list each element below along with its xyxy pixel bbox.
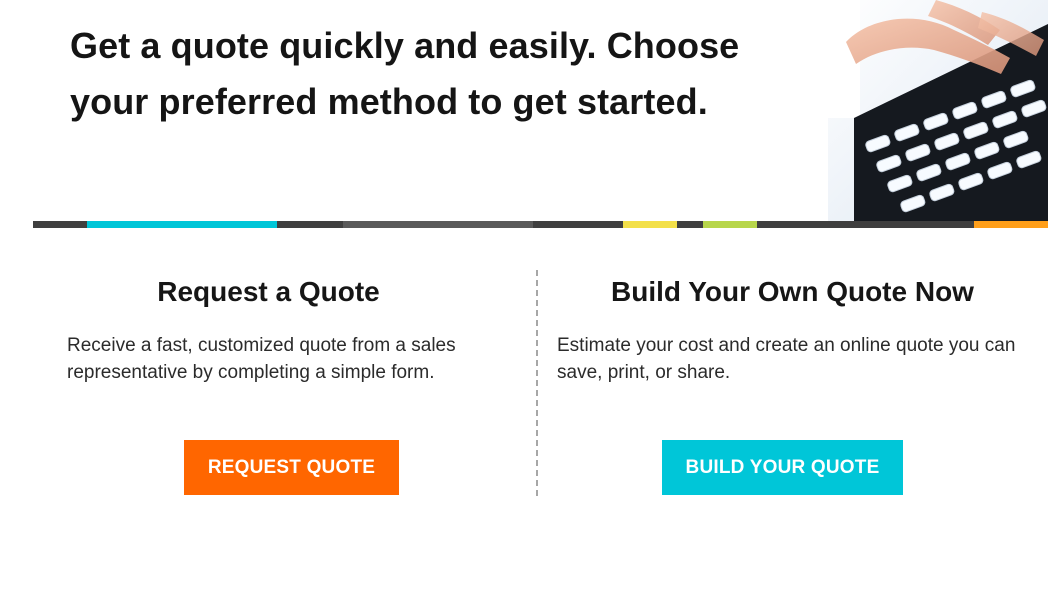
build-quote-description: Estimate your cost and create an online … <box>557 335 1016 383</box>
stripe-segment <box>277 221 343 228</box>
request-quote-panel: Request a Quote Receive a fast, customiz… <box>0 228 537 604</box>
stripe-segment <box>757 221 974 228</box>
stripe-segment <box>533 221 623 228</box>
request-quote-description: Receive a fast, customized quote from a … <box>67 335 456 383</box>
page-title: Get a quote quickly and easily. Choose y… <box>70 18 800 130</box>
page-title-line-2: your preferred method to get started. <box>70 81 708 122</box>
build-quote-title: Build Your Own Quote Now <box>611 276 974 307</box>
stripe-segment <box>974 221 1048 228</box>
page-title-line-1: Get a quote quickly and easily. Choose <box>70 25 740 66</box>
keyboard-image <box>828 0 1048 221</box>
stripe-segment <box>703 221 757 228</box>
build-quote-button[interactable]: BUILD YOUR QUOTE <box>662 440 903 495</box>
hero-section: Get a quote quickly and easily. Choose y… <box>0 0 1048 228</box>
color-stripe <box>33 221 1048 228</box>
stripe-segment <box>343 221 533 228</box>
stripe-segment <box>33 221 87 228</box>
stripe-segment <box>87 221 277 228</box>
request-quote-title: Request a Quote <box>157 276 380 307</box>
build-quote-panel: Build Your Own Quote Now Estimate your c… <box>537 228 1048 604</box>
stripe-segment <box>623 221 677 228</box>
request-quote-button[interactable]: REQUEST QUOTE <box>184 440 399 495</box>
quote-options: Request a Quote Receive a fast, customiz… <box>0 228 1048 604</box>
stripe-segment <box>677 221 703 228</box>
